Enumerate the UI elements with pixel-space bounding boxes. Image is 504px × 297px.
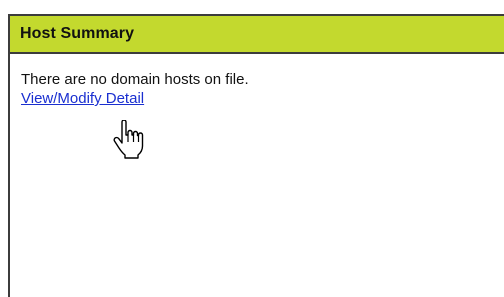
panel-body: There are no domain hosts on file. View/… [10, 54, 504, 108]
hand-pointer-icon [113, 120, 144, 159]
panel-header: Host Summary [10, 16, 504, 54]
no-hosts-message: There are no domain hosts on file. [21, 71, 249, 88]
host-summary-panel: Host Summary There are no domain hosts o… [8, 14, 504, 297]
panel-title: Host Summary [20, 25, 135, 42]
view-modify-detail-link[interactable]: View/Modify Detail [21, 90, 144, 107]
